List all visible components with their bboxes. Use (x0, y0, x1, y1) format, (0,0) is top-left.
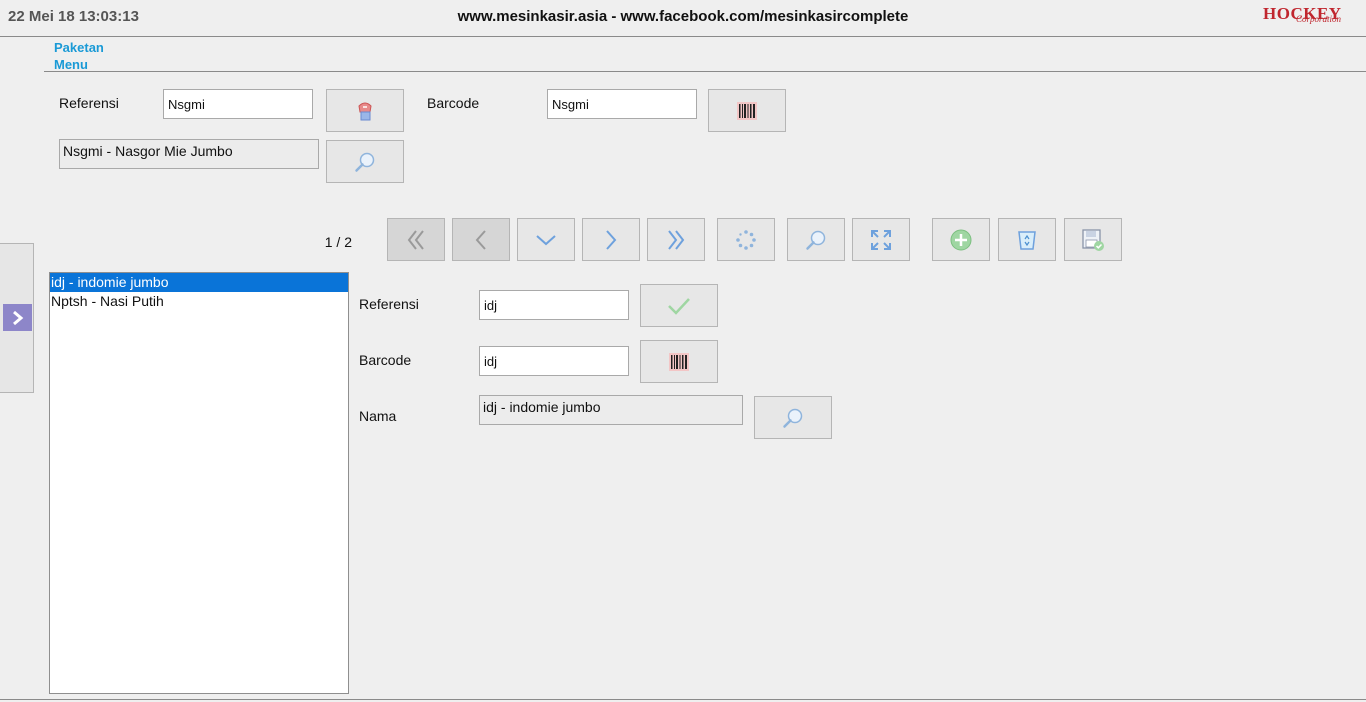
filter-product-field: Nsgmi - Nasgor Mie Jumbo (59, 139, 319, 169)
detail-referensi-input[interactable] (479, 290, 629, 320)
menu-divider (44, 71, 1366, 72)
add-button[interactable] (932, 218, 990, 261)
save-icon (1081, 228, 1105, 252)
fullscreen-icon (870, 229, 892, 251)
detail-barcode-input[interactable] (479, 346, 629, 376)
detail-referensi-label: Referensi (359, 296, 419, 312)
search-icon (782, 407, 804, 429)
search-icon (805, 229, 827, 251)
fullscreen-button[interactable] (852, 218, 910, 261)
first-record-button[interactable] (387, 218, 445, 261)
down-record-button[interactable] (517, 218, 575, 261)
previous-record-button[interactable] (452, 218, 510, 261)
breadcrumb[interactable]: Paketan Menu (54, 39, 124, 73)
add-icon (949, 228, 973, 252)
toolbar-search-button[interactable] (787, 218, 845, 261)
detail-nama-field: idj - indomie jumbo (479, 395, 743, 425)
list-item[interactable]: idj - indomie jumbo (50, 273, 348, 292)
previous-icon (470, 229, 492, 251)
next-icon (600, 229, 622, 251)
delete-icon (1016, 229, 1038, 251)
barcode-icon (669, 352, 689, 371)
filter-referensi-input[interactable] (163, 89, 313, 119)
header-divider (0, 36, 1366, 37)
site-title: www.mesinkasir.asia - www.facebook.com/m… (457, 8, 909, 25)
first-icon (405, 229, 427, 251)
record-list[interactable]: idj - indomie jumbo Nptsh - Nasi Putih (49, 272, 349, 694)
detail-search-button[interactable] (754, 396, 832, 439)
save-button[interactable] (1064, 218, 1122, 261)
company-logo-sub: Corporation (1296, 14, 1342, 24)
reload-button[interactable] (717, 218, 775, 261)
chevron-right-icon (11, 310, 25, 326)
confirm-referensi-button[interactable] (640, 284, 718, 327)
product-icon (355, 100, 375, 122)
filter-search-button[interactable] (326, 140, 404, 183)
barcode-icon (737, 101, 757, 120)
filter-barcode-label: Barcode (427, 95, 480, 111)
last-icon (665, 229, 687, 251)
reload-icon (735, 229, 757, 251)
down-icon (534, 229, 558, 251)
list-item[interactable]: Nptsh - Nasi Putih (50, 292, 348, 311)
detail-barcode-label: Barcode (359, 352, 412, 368)
search-icon (354, 151, 376, 173)
filter-barcode-button[interactable] (708, 89, 786, 132)
filter-referensi-label: Referensi (59, 95, 119, 111)
detail-nama-label: Nama (359, 408, 397, 424)
delete-button[interactable] (998, 218, 1056, 261)
detail-barcode-button[interactable] (640, 340, 718, 383)
footer-divider (0, 699, 1366, 700)
next-record-button[interactable] (582, 218, 640, 261)
last-record-button[interactable] (647, 218, 705, 261)
checkmark-icon (667, 296, 691, 316)
filter-barcode-input[interactable] (547, 89, 697, 119)
product-lookup-button[interactable] (326, 89, 404, 132)
expand-panel-button[interactable] (3, 304, 32, 331)
page-indicator: 1 / 2 (324, 234, 352, 250)
